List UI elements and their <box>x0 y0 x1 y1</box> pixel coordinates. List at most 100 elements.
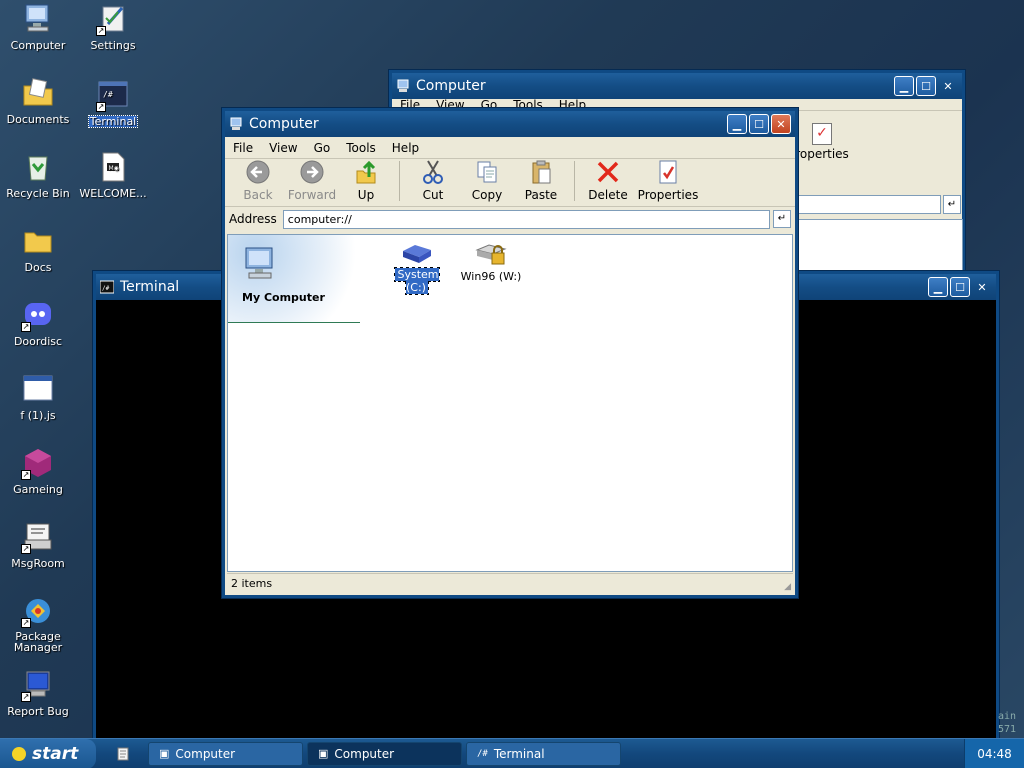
cut-button[interactable]: Cut <box>406 159 460 202</box>
computer-icon: ▣ <box>159 747 170 760</box>
desktop-icon-docs[interactable]: Docs <box>1 224 75 274</box>
menu-help[interactable]: Help <box>384 141 427 155</box>
shortcut-arrow-icon: ↗ <box>96 26 106 36</box>
properties-button[interactable]: Properties <box>635 159 701 202</box>
status-bar: 2 items ◢ <box>227 573 793 593</box>
desktop-icon-gameing[interactable]: ↗ Gameing <box>1 446 75 496</box>
close-button[interactable]: ✕ <box>938 76 958 96</box>
go-button[interactable]: ↵ <box>773 210 791 228</box>
msgroom-icon: ↗ <box>21 520 55 554</box>
svg-text:M◉: M◉ <box>109 165 119 172</box>
menu-tools[interactable]: Tools <box>338 141 384 155</box>
close-button[interactable]: ✕ <box>771 114 791 134</box>
back-window-title: Computer <box>416 78 486 94</box>
minimize-button[interactable]: ▁ <box>894 76 914 96</box>
game-cube-icon: ↗ <box>21 446 55 480</box>
delete-x-icon <box>597 161 619 183</box>
taskbar-clock[interactable]: 04:48 <box>964 739 1024 768</box>
back-button[interactable]: Back <box>231 159 285 202</box>
maximize-button[interactable]: ☐ <box>749 114 769 134</box>
shortcut-arrow-icon: ↗ <box>21 544 31 554</box>
start-button[interactable]: start <box>0 738 96 768</box>
up-button[interactable]: Up <box>339 159 393 202</box>
shortcut-arrow-icon: ↗ <box>21 692 31 702</box>
locked-drive-icon <box>475 244 507 265</box>
back-go-button[interactable]: ↵ <box>943 195 961 214</box>
window-title: Computer <box>249 116 319 132</box>
menu-go[interactable]: Go <box>306 141 339 155</box>
copy-icon <box>477 161 497 183</box>
address-bar: Address ↵ <box>225 207 795 231</box>
paste-clipboard-icon <box>532 160 551 184</box>
desktop-icon-report-bug[interactable]: ↗ Report Bug <box>1 668 75 718</box>
shortcut-arrow-icon: ↗ <box>21 618 31 628</box>
computer-icon: ▣ <box>318 747 329 760</box>
desktop-icon-terminal[interactable]: /# ↗ Terminal <box>76 78 150 128</box>
toolbar-separator <box>574 160 575 201</box>
minimize-button[interactable]: ▁ <box>928 277 948 297</box>
terminal-icon: /# <box>477 748 488 759</box>
sidebar-title: My Computer <box>242 291 325 304</box>
documents-folder-icon <box>21 76 55 110</box>
terminal-side-text: ain 571 <box>998 711 1017 735</box>
close-button[interactable]: ✕ <box>972 277 992 297</box>
menu-file[interactable]: File <box>225 141 261 155</box>
delete-button[interactable]: Delete <box>581 159 635 202</box>
menu-view[interactable]: View <box>261 141 305 155</box>
svg-text:/#: /# <box>102 285 110 292</box>
start-logo-icon <box>12 746 26 761</box>
taskbar-item-computer-1[interactable]: ▣ Computer <box>148 741 303 766</box>
svg-text:/#: /# <box>103 90 113 99</box>
shortcut-arrow-icon: ↗ <box>21 470 31 480</box>
desktop-icon-package-manager[interactable]: ↗ Package Manager <box>1 594 75 654</box>
shortcut-arrow-icon: ↗ <box>21 322 31 332</box>
desktop-icon-msgroom[interactable]: ↗ MsgRoom <box>1 520 75 570</box>
taskbar-item-terminal[interactable]: /# Terminal <box>466 741 621 766</box>
back-window-titlebar[interactable]: Computer ▁ ☐ ✕ <box>392 73 962 99</box>
package-manager-icon: ↗ <box>21 594 55 628</box>
computer-icon <box>396 79 410 93</box>
computer-icon <box>229 117 243 131</box>
properties-icon: ✓ <box>812 123 832 145</box>
back-arrow-icon <box>246 160 270 184</box>
script-file-icon <box>21 372 55 406</box>
settings-icon: ↗ <box>96 2 130 36</box>
status-text: 2 items <box>231 577 273 590</box>
desktop-icon-settings[interactable]: ↗ Settings <box>76 2 150 52</box>
scissors-icon <box>423 160 443 184</box>
properties-icon <box>659 160 677 184</box>
desktop-icon-doordisc[interactable]: ↗ Doordisc <box>1 298 75 348</box>
maximize-button[interactable]: ☐ <box>950 277 970 297</box>
back-properties-button[interactable]: ✓ roperties <box>792 123 852 161</box>
drive-item-system[interactable]: System (C:) <box>386 241 448 295</box>
minimize-button[interactable]: ▁ <box>727 114 747 134</box>
maximize-button[interactable]: ☐ <box>916 76 936 96</box>
drive-item-win96[interactable]: Win96 (W:) <box>460 241 522 283</box>
taskbar-item-computer-2[interactable]: ▣ Computer <box>307 741 462 766</box>
computer-window-titlebar[interactable]: Computer ▁ ☐ ✕ <box>225 111 795 137</box>
sidebar-panel: My Computer <box>228 235 360 323</box>
desktop-icon-recycle-bin[interactable]: Recycle Bin <box>1 150 75 200</box>
copy-button[interactable]: Copy <box>460 159 514 202</box>
toolbar: Back Forward Up Cut Copy Paste Delete Pr… <box>225 159 795 207</box>
document-file-icon: M◉ <box>96 150 130 184</box>
desktop-icon-computer[interactable]: Computer <box>1 2 75 52</box>
back-address-field[interactable] <box>798 195 941 214</box>
paste-button[interactable]: Paste <box>514 159 568 202</box>
quick-launch-icon[interactable] <box>112 743 134 765</box>
recycle-bin-icon <box>21 150 55 184</box>
desktop-icon-documents[interactable]: Documents <box>1 76 75 126</box>
forward-button[interactable]: Forward <box>285 159 339 202</box>
desktop-icon-welcome[interactable]: M◉ WELCOME... <box>76 150 150 200</box>
terminal-icon: /# <box>99 280 115 294</box>
desktop-icon-f1js[interactable]: f (1).js <box>1 372 75 422</box>
resize-grip-icon[interactable]: ◢ <box>784 582 791 592</box>
toolbar-separator <box>399 160 400 201</box>
computer-window[interactable]: Computer ▁ ☐ ✕ File View Go Tools Help B… <box>222 108 798 598</box>
forward-arrow-icon <box>300 160 324 184</box>
folder-icon <box>21 224 55 258</box>
address-input[interactable] <box>282 209 770 229</box>
file-view[interactable]: My Computer System (C:) Win96 (W:) <box>227 234 793 572</box>
menubar: File View Go Tools Help <box>225 137 795 159</box>
computer-icon <box>21 2 55 36</box>
